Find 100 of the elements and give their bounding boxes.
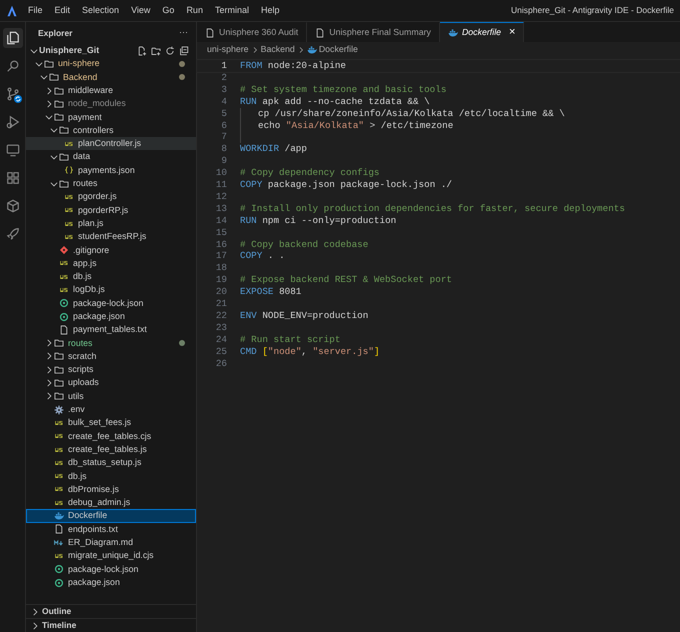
file-name: uploads: [68, 376, 99, 390]
tree-item[interactable]: scratch: [26, 350, 196, 364]
code-line: CMD ["node", "server.js"]: [240, 344, 380, 359]
file-name: db.js: [68, 470, 87, 483]
tree-item[interactable]: logDb.js: [26, 283, 196, 297]
tree-item[interactable]: pgorderRP.js: [26, 204, 196, 217]
tree-item[interactable]: Dockerfile: [26, 509, 196, 523]
code-line: cp /usr/share/zoneinfo/Asia/Kolkata /etc/localtime && \: [258, 106, 565, 121]
tree-item[interactable]: migrate_unique_id.cjs: [26, 549, 196, 563]
close-tab-button[interactable]: ×: [509, 24, 516, 41]
new-folder-icon[interactable]: [151, 46, 161, 56]
breadcrumb-item[interactable]: Backend: [260, 43, 295, 57]
tree-item[interactable]: package-lock.json: [26, 562, 196, 576]
folder-icon: [54, 351, 64, 362]
line-number: 2: [220, 70, 227, 85]
breadcrumb-item[interactable]: Dockerfile: [306, 43, 358, 57]
tree-item[interactable]: debug_admin.js: [26, 496, 196, 510]
tree-item[interactable]: uploads: [26, 376, 196, 390]
tree-item[interactable]: dbPromise.js: [26, 482, 196, 496]
tree-item[interactable]: Backend: [26, 70, 196, 84]
menu-item[interactable]: Terminal: [208, 4, 255, 18]
tree-item[interactable]: data: [26, 150, 196, 164]
tree-item[interactable]: payment: [26, 110, 196, 124]
file-name: utils: [68, 390, 84, 403]
tree-item[interactable]: node_modules: [26, 97, 196, 110]
tree-item[interactable]: db_status_setup.js: [26, 456, 196, 470]
folder-icon: [54, 364, 64, 375]
folder-icon: [54, 86, 64, 96]
tree-item[interactable]: Unisphere_Git: [26, 44, 196, 58]
app-logo-icon: [6, 4, 18, 16]
tree-item[interactable]: middleware: [26, 84, 196, 98]
line-number: 7: [220, 130, 227, 144]
line-number: 8: [220, 142, 227, 156]
tree-item[interactable]: payments.json: [26, 164, 196, 177]
code-line: # Copy backend codebase: [240, 238, 368, 252]
line-number: 26: [214, 356, 227, 371]
file-icon: [315, 28, 326, 38]
tree-item[interactable]: routes: [26, 336, 196, 350]
file-name: routes: [68, 336, 92, 350]
json-file-icon: [64, 165, 74, 176]
line-number: 21: [214, 297, 227, 312]
file-name: studentFeesRP.js: [78, 230, 146, 244]
menu-item[interactable]: Edit: [48, 4, 76, 18]
tree-item[interactable]: db.js: [26, 470, 196, 483]
collapse-all-icon[interactable]: [179, 46, 189, 56]
tree-item[interactable]: .env: [26, 403, 196, 416]
tree-item[interactable]: ER_Diagram.md: [26, 536, 196, 550]
folder-icon: [54, 391, 64, 402]
tree-item[interactable]: routes: [26, 176, 196, 190]
tree-item[interactable]: planController.js: [26, 137, 196, 150]
tree-item[interactable]: pgorder.js: [26, 190, 196, 204]
line-number: 5: [220, 106, 227, 121]
section-header[interactable]: Timeline: [26, 618, 196, 632]
run-debug-icon: [6, 115, 20, 129]
code-line: RUN apk add --no-cache tzdata && \: [240, 94, 430, 109]
tree-item[interactable]: .gitignore: [26, 243, 196, 257]
tree-item[interactable]: scripts: [26, 363, 196, 376]
file-name: bulk_set_fees.js: [68, 416, 132, 430]
tree-item[interactable]: uni-sphere: [26, 57, 196, 71]
tree-item[interactable]: create_fee_tables.cjs: [26, 430, 196, 443]
tree-item[interactable]: create_fee_tables.js: [26, 442, 196, 456]
menu-item[interactable]: Help: [254, 4, 286, 18]
editor-tab[interactable]: Dockerfile ×: [440, 22, 524, 42]
more-actions-button[interactable]: ···: [179, 26, 188, 40]
folder-icon: [59, 178, 69, 189]
tree-item[interactable]: package-lock.json: [26, 296, 196, 310]
line-number: 25: [214, 344, 227, 359]
package-file-icon: [54, 564, 64, 574]
tree-item[interactable]: app.js: [26, 256, 196, 270]
tree-item[interactable]: endpoints.txt: [26, 522, 196, 536]
file-name: package-lock.json: [73, 296, 144, 310]
tree-item[interactable]: package.json: [26, 576, 196, 590]
folder-icon: [59, 152, 69, 162]
tree-item[interactable]: plan.js: [26, 216, 196, 230]
line-number: 22: [214, 309, 227, 323]
refresh-icon[interactable]: [165, 46, 175, 56]
file-name: app.js: [73, 256, 96, 270]
tree-item[interactable]: controllers: [26, 124, 196, 138]
markdown-file-icon: [54, 538, 64, 548]
activity-button[interactable]: [2, 28, 22, 48]
file-name: db.js: [73, 270, 92, 284]
tree-item[interactable]: package.json: [26, 310, 196, 324]
file-name: pgorderRP.js: [78, 204, 128, 217]
new-file-icon[interactable]: [137, 46, 147, 56]
tree-item[interactable]: payment_tables.txt: [26, 323, 196, 337]
file-name: db_status_setup.js: [68, 456, 142, 470]
tree-item[interactable]: db.js: [26, 270, 196, 284]
menu-item[interactable]: File: [22, 4, 49, 18]
file-name: package.json: [73, 310, 125, 323]
line-number: 14: [214, 214, 227, 228]
menu-item[interactable]: View: [125, 4, 156, 18]
section-header[interactable]: Outline: [26, 604, 196, 618]
tree-item[interactable]: studentFeesRP.js: [26, 230, 196, 244]
tree-item[interactable]: utils: [26, 390, 196, 404]
code-line: # Copy dependency configs: [240, 166, 380, 180]
breadcrumb-item[interactable]: uni-sphere: [207, 43, 249, 57]
menu-item[interactable]: Run: [180, 4, 209, 18]
menu-item[interactable]: Selection: [76, 4, 126, 18]
menu-item[interactable]: Go: [156, 4, 180, 18]
tree-item[interactable]: bulk_set_fees.js: [26, 416, 196, 430]
